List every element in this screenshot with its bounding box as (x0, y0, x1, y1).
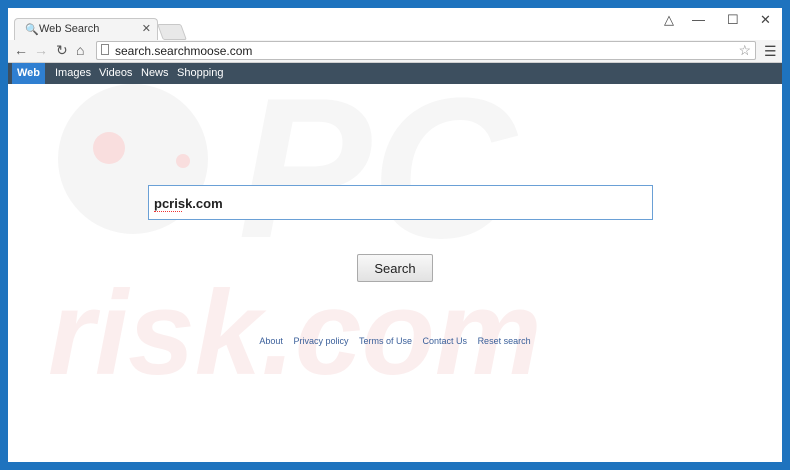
magnifier-icon: 🔍 (25, 24, 39, 36)
reload-icon[interactable]: ↻ (56, 42, 68, 59)
close-icon[interactable]: ✕ (142, 22, 151, 35)
tab-web-search[interactable]: 🔍 Web Search ✕ (14, 18, 158, 40)
footer-links: About Privacy policy Terms of Use Contac… (8, 336, 782, 346)
minimize-icon[interactable]: — (692, 12, 705, 27)
maximize-icon[interactable]: ☐ (727, 12, 739, 28)
browser-window: 🔍 Web Search ✕ △ — ☐ ✕ ← → ↻ ⌂ search.se… (0, 0, 790, 470)
footer-link-privacy[interactable]: Privacy policy (293, 336, 348, 346)
nav-item-web[interactable]: Web (12, 63, 46, 84)
nav-item-videos[interactable]: Videos (94, 63, 137, 84)
back-arrow-icon[interactable]: ← (14, 42, 28, 58)
home-icon[interactable]: ⌂ (76, 42, 84, 58)
footer-link-reset[interactable]: Reset search (478, 336, 531, 346)
search-input[interactable]: pcrisk.com (148, 185, 653, 220)
address-url: search.searchmoose.com (115, 44, 253, 58)
nav-item-shopping[interactable]: Shopping (172, 63, 229, 84)
footer-link-contact[interactable]: Contact Us (423, 336, 468, 346)
main-content: PC risk.com pcrisk.com Search About Priv… (8, 84, 782, 470)
page-icon (101, 44, 109, 55)
nav-item-news[interactable]: News (136, 63, 174, 84)
search-category-nav: Web Images Videos News Shopping (8, 63, 782, 84)
search-button[interactable]: Search (357, 254, 433, 282)
forward-arrow-icon[interactable]: → (34, 42, 48, 58)
address-bar[interactable]: search.searchmoose.com ☆ (96, 41, 756, 60)
footer-link-terms[interactable]: Terms of Use (359, 336, 412, 346)
watermark-dot (93, 132, 125, 164)
close-window-icon[interactable]: ✕ (760, 12, 771, 28)
new-tab-button[interactable] (157, 24, 187, 40)
star-icon[interactable]: ☆ (738, 42, 751, 59)
user-icon[interactable]: △ (664, 12, 674, 28)
nav-item-images[interactable]: Images (50, 63, 96, 84)
menu-icon[interactable]: ☰ (764, 43, 777, 60)
browser-toolbar: ← → ↻ ⌂ search.searchmoose.com ☆ ☰ (8, 40, 782, 63)
title-bar: 🔍 Web Search ✕ △ — ☐ ✕ (8, 8, 782, 40)
spellcheck-underline (154, 211, 182, 212)
search-query: pcrisk.com (154, 196, 223, 211)
watermark-dot (176, 154, 190, 168)
tab-title: Web Search (39, 23, 100, 35)
watermark-bottom: risk.com (48, 266, 542, 400)
footer-link-about[interactable]: About (259, 336, 283, 346)
